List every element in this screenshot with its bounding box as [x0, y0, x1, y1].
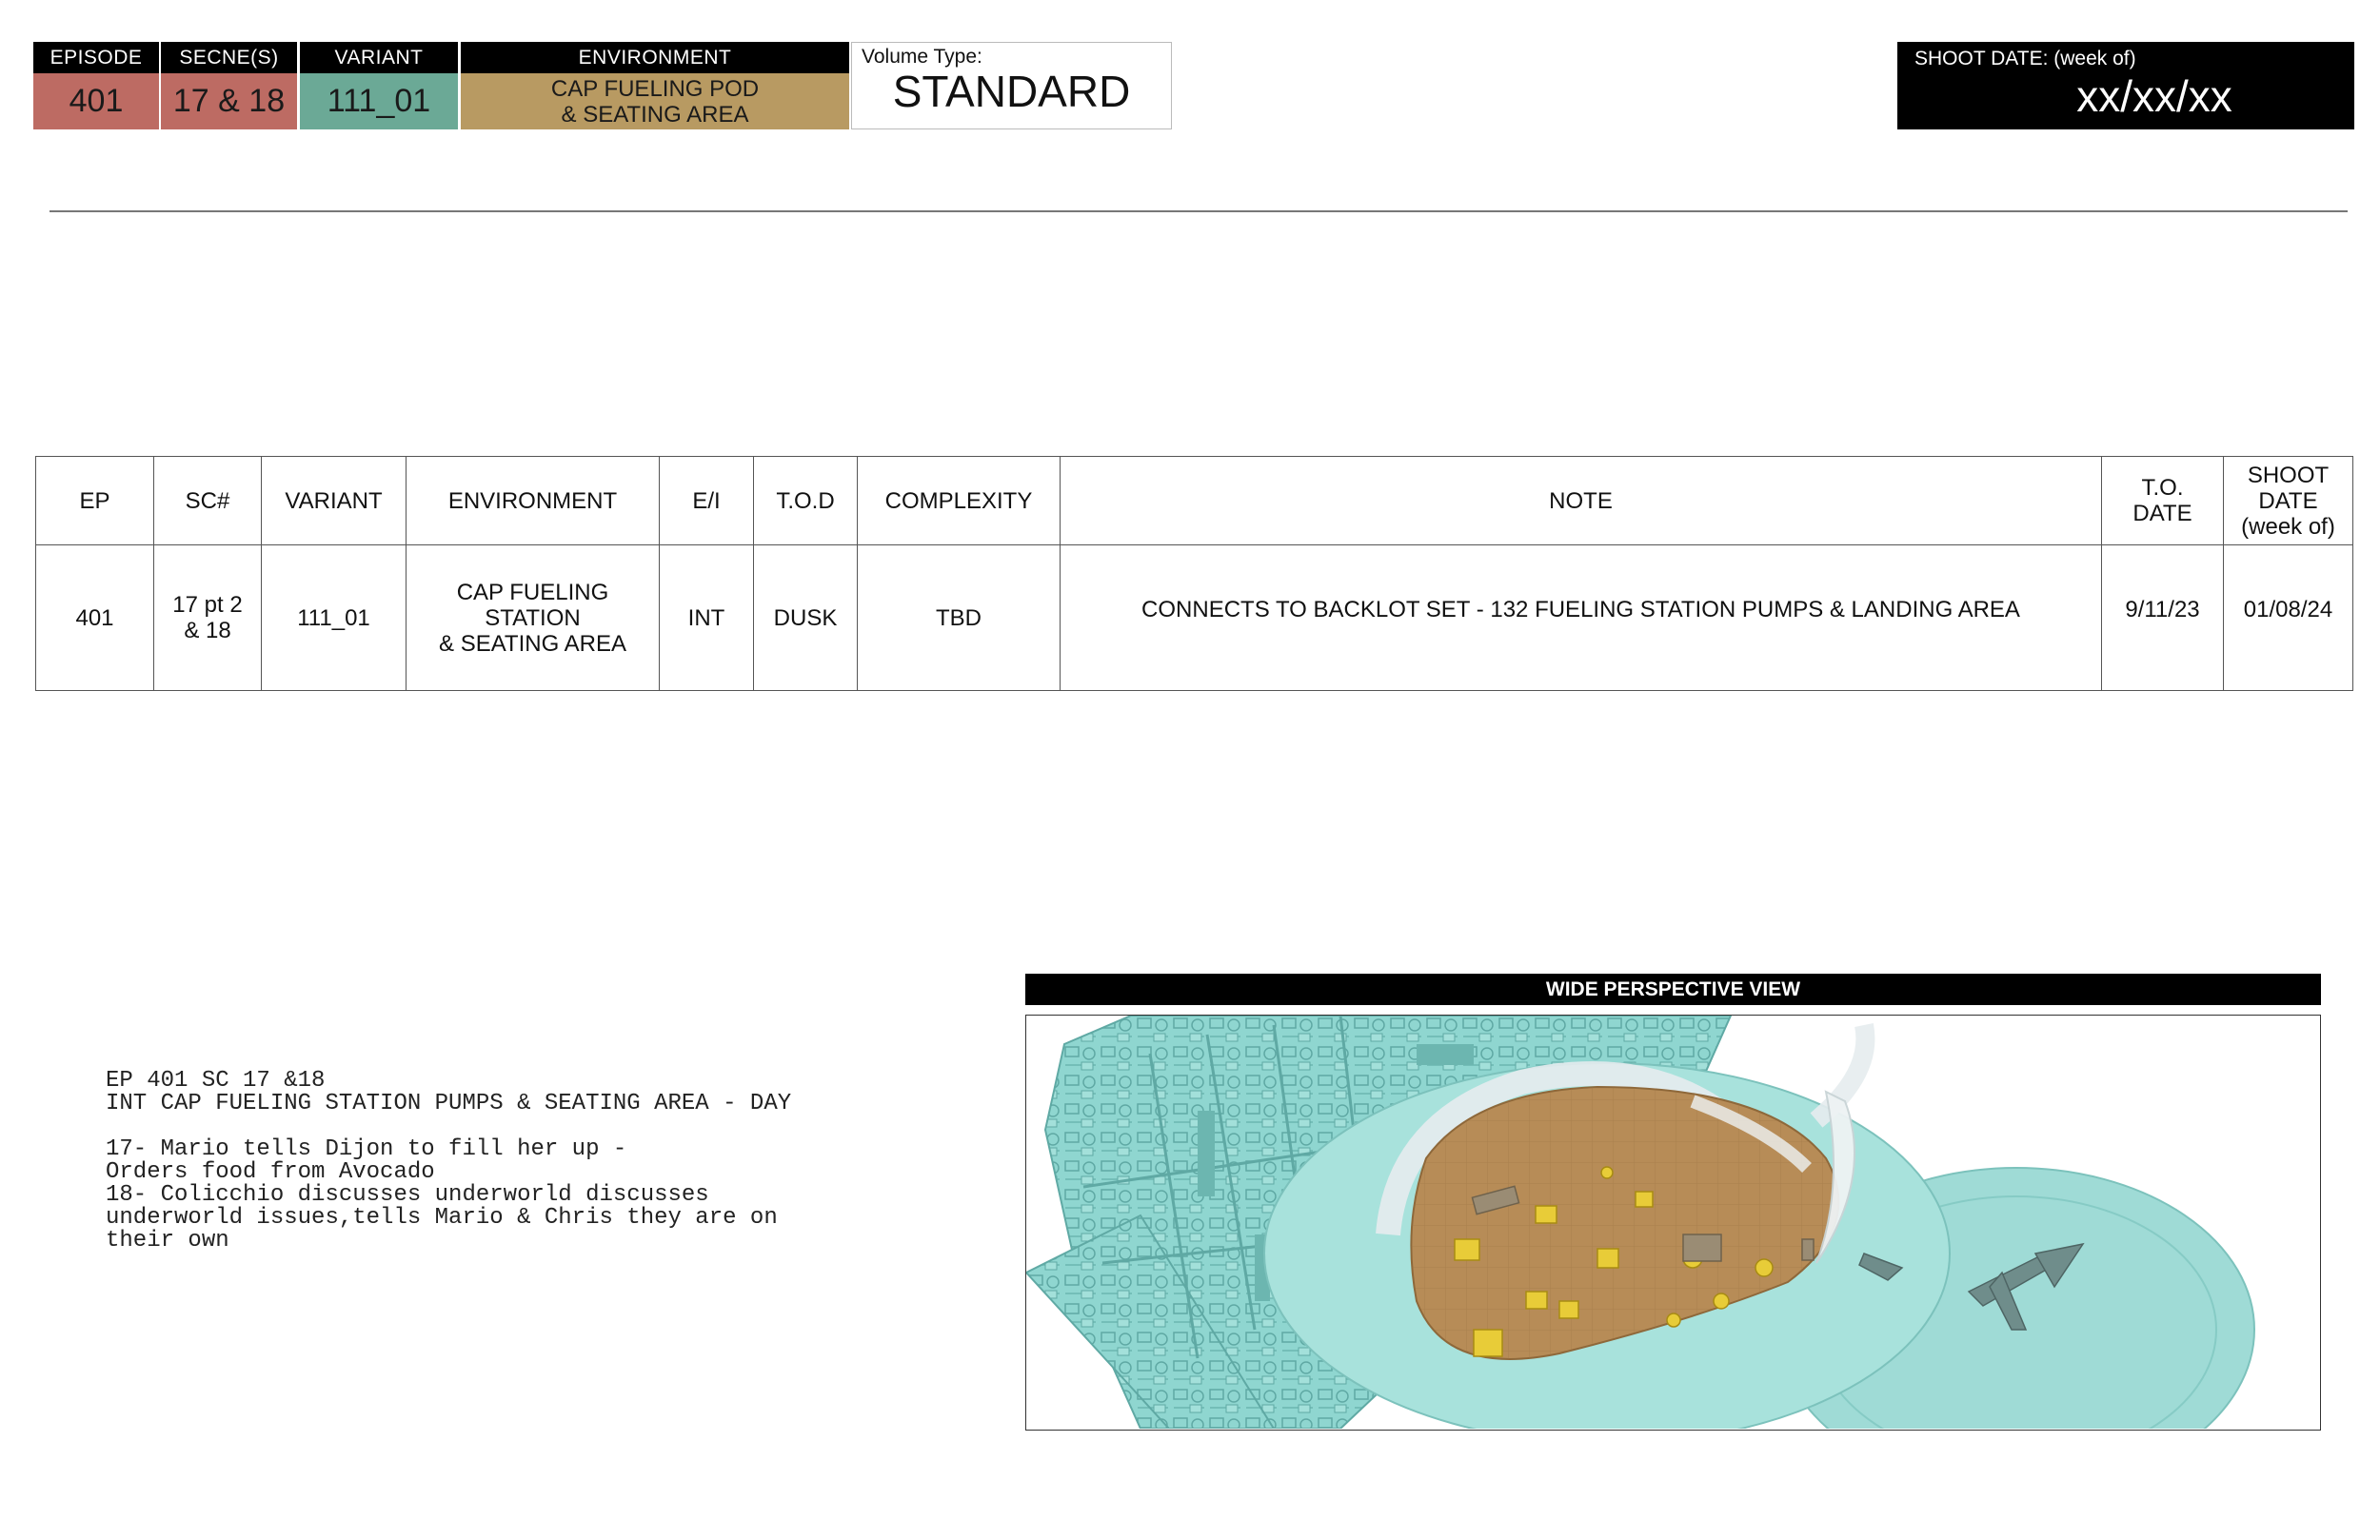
volume-type-box: Volume Type: STANDARD: [851, 42, 1172, 129]
shoot-date-box: SHOOT DATE: (week of) xx/xx/xx: [1897, 42, 2354, 129]
script-line: Orders food from Avocado: [106, 1159, 435, 1185]
col-header-tod: T.O.D: [753, 456, 858, 545]
script-line-slug: INT CAP FUELING STATION PUMPS & SEATING …: [106, 1091, 792, 1116]
col-header-shoot-date: SHOOT DATE (week of): [2223, 456, 2353, 545]
wide-view-title: WIDE PERSPECTIVE VIEW: [1025, 974, 2321, 1005]
schedule-header-row: EP SC# VARIANT ENVIRONMENT E/I T.O.D COM…: [35, 456, 2353, 545]
col-header-shoot-line2: DATE: [2258, 487, 2318, 514]
episode-label: EPISODE: [33, 42, 159, 73]
col-header-to-date-line1: T.O.: [2141, 475, 2184, 501]
shoot-date-value: xx/xx/xx: [2076, 71, 2232, 121]
col-header-ei: E/I: [659, 456, 754, 545]
episode-value: 401: [33, 73, 159, 129]
script-line-heading: EP 401 SC 17 &18: [106, 1068, 326, 1094]
cell-sc-line2: & 18: [184, 618, 231, 643]
col-header-sc: SC#: [153, 456, 262, 545]
cell-shoot-date: 01/08/24: [2223, 544, 2353, 691]
cell-env-line1: CAP FUELING STATION: [456, 579, 609, 631]
script-line: 18- Colicchio discusses underworld discu…: [106, 1182, 709, 1208]
scenes-value: 17 & 18: [161, 73, 297, 129]
schedule-table: EP SC# VARIANT ENVIRONMENT E/I T.O.D COM…: [35, 456, 2353, 691]
scenes-label: SECNE(S): [161, 42, 297, 73]
environment-value: CAP FUELING POD & SEATING AREA: [461, 73, 849, 129]
cell-sc: 17 pt 2 & 18: [153, 544, 262, 691]
col-header-ep: EP: [35, 456, 154, 545]
col-header-shoot-line1: SHOOT: [2247, 462, 2330, 488]
col-header-shoot-line3: (week of): [2241, 513, 2335, 540]
cell-complexity: TBD: [857, 544, 1061, 691]
wide-perspective-image: [1025, 1015, 2321, 1431]
col-header-environment: ENVIRONMENT: [406, 456, 660, 545]
col-header-to-date-line2: DATE: [2132, 501, 2192, 526]
script-line: their own: [106, 1228, 229, 1254]
col-header-variant: VARIANT: [261, 456, 407, 545]
variant-label: VARIANT: [300, 42, 458, 73]
environment-value-line2: & SEATING AREA: [561, 101, 749, 128]
shoot-date-label: SHOOT DATE: (week of): [1914, 48, 2136, 69]
divider-line: [50, 210, 2348, 212]
environment-value-line1: CAP FUELING POD: [550, 75, 760, 102]
col-header-complexity: COMPLEXITY: [857, 456, 1061, 545]
col-header-note: NOTE: [1060, 456, 2102, 545]
cell-ei: INT: [659, 544, 754, 691]
cell-env-line2: & SEATING AREA: [439, 630, 626, 657]
script-excerpt: EP 401 SC 17 &18 INT CAP FUELING STATION…: [106, 1070, 962, 1253]
table-row: 401 17 pt 2 & 18 111_01 CAP FUELING STAT…: [35, 544, 2353, 691]
script-line: underworld issues,tells Mario & Chris th…: [106, 1205, 778, 1231]
cell-variant: 111_01: [261, 544, 407, 691]
cell-ep: 401: [35, 544, 154, 691]
cell-note: CONNECTS TO BACKLOT SET - 132 FUELING ST…: [1060, 544, 2102, 691]
script-line: 17- Mario tells Dijon to fill her up -: [106, 1136, 627, 1162]
cell-to-date: 9/11/23: [2101, 544, 2224, 691]
scenes-box: SECNE(S) 17 & 18: [161, 42, 297, 129]
volume-type-value: STANDARD: [892, 67, 1131, 116]
set-render-illustration: [1026, 1016, 2255, 1429]
variant-box: VARIANT 111_01: [300, 42, 458, 129]
cell-sc-line1: 17 pt 2: [172, 592, 243, 618]
episode-box: EPISODE 401: [33, 42, 159, 129]
variant-value: 111_01: [300, 73, 458, 129]
environment-box: ENVIRONMENT CAP FUELING POD & SEATING AR…: [461, 42, 849, 129]
cell-environment: CAP FUELING STATION & SEATING AREA: [406, 544, 660, 691]
environment-label: ENVIRONMENT: [461, 42, 849, 73]
col-header-to-date: T.O. DATE: [2101, 456, 2224, 545]
cell-tod: DUSK: [753, 544, 858, 691]
